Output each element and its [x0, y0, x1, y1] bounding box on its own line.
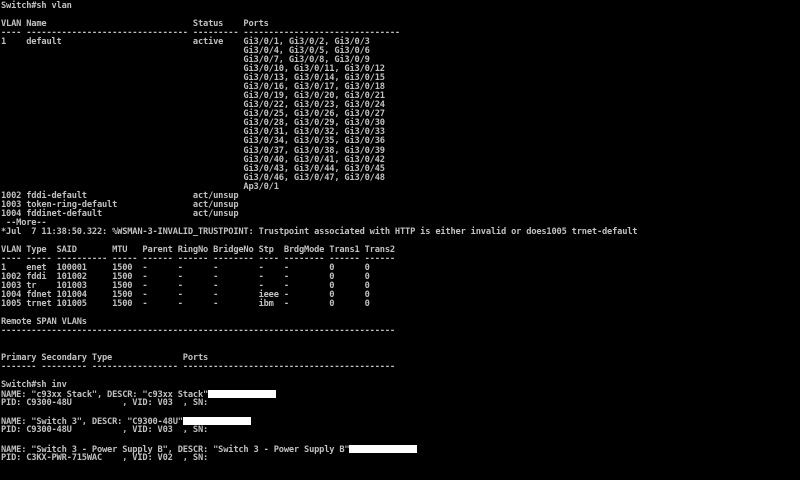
- terminal-line: PID: C3KX-PWR-715WAC , VID: V02 , SN:: [1, 452, 637, 463]
- terminal-line: PID: C9300-48U , VID: V03 , SN:: [1, 399, 637, 408]
- terminal-line: Switch#sh vlan: [1, 1, 637, 11]
- terminal-line: ------- --------- ----------------- ----…: [1, 363, 637, 372]
- terminal-line-text: ----------------------------------------…: [1, 326, 395, 337]
- terminal-line-text: PID: C9300-48U , VID: V03 , SN:: [1, 398, 214, 409]
- terminal-line-text: ------- --------- ----------------- ----…: [1, 362, 395, 373]
- terminal-output: Switch#sh vlan VLAN Name Status Ports ----…: [1, 1, 638, 463]
- terminal-line-text: Switch#sh vlan: [1, 1, 72, 11]
- redacted-serial-number: [349, 444, 418, 453]
- terminal-line-text: Switch#sh inv: [1, 380, 67, 391]
- terminal-line: PID: C9300-48U , VID: V03 , SN:: [1, 426, 637, 435]
- terminal-line: Switch#sh inv: [1, 381, 637, 390]
- terminal-line-text: *Jul 7 11:38:50.322: %WSMAN-3-INVALID_TR…: [1, 226, 638, 237]
- terminal-line: 1005 trnet 101005 1500 - - - ibm - 0 0: [1, 300, 637, 309]
- terminal-line: *Jul 7 11:38:50.322: %WSMAN-3-INVALID_TR…: [1, 226, 638, 237]
- redacted-serial-number: [208, 390, 277, 399]
- terminal-line: ----------------------------------------…: [1, 327, 637, 336]
- terminal-line-text: 1005 trnet 101005 1500 - - - ibm - 0 0: [1, 299, 370, 310]
- terminal-line-text: PID: C3KX-PWR-715WAC , VID: V02 , SN:: [1, 452, 214, 463]
- terminal-window[interactable]: Switch#sh vlan VLAN Name Status Ports ----…: [0, 0, 800, 480]
- terminal-line-text: PID: C9300-48U , VID: V03 , SN:: [1, 425, 214, 436]
- terminal-line: 1004 fddinet-default act/unsup: [1, 209, 637, 219]
- redacted-serial-number: [182, 417, 251, 426]
